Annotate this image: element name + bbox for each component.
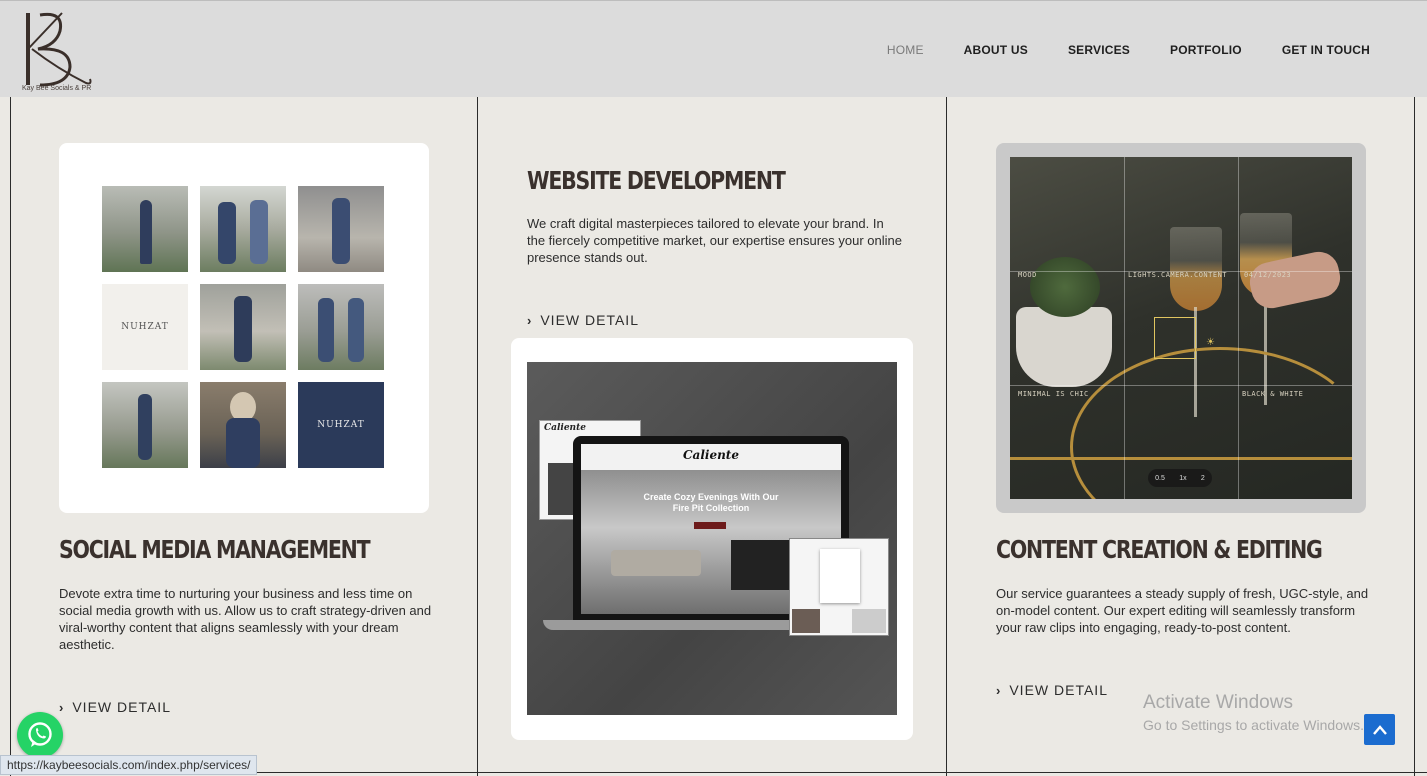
zoom-option: 2 bbox=[1200, 474, 1205, 482]
camera-grid-line bbox=[1238, 157, 1239, 499]
mockup-laptop-brand: Caliente bbox=[683, 448, 739, 462]
nav-portfolio[interactable]: PORTFOLIO bbox=[1170, 43, 1242, 57]
mockup-front-window bbox=[789, 538, 889, 636]
site-header: Kay Bee Socials & PR HOME ABOUT US SERVI… bbox=[0, 0, 1427, 97]
nav-get-in-touch[interactable]: GET IN TOUCH bbox=[1282, 43, 1370, 57]
grid-brand-text: NUHZAT bbox=[317, 420, 365, 430]
overlay-bw: BLACK & WHITE bbox=[1242, 390, 1304, 398]
view-detail-label: VIEW DETAIL bbox=[540, 312, 639, 328]
grid-brand-tile: NUHZAT bbox=[298, 382, 384, 468]
nav-home[interactable]: HOME bbox=[887, 43, 924, 57]
view-detail-link[interactable]: › VIEW DETAIL bbox=[59, 699, 171, 715]
overlay-mood: MOOD bbox=[1018, 271, 1037, 279]
whatsapp-icon bbox=[28, 722, 52, 747]
service-title: CONTENT CREATION & EDITING bbox=[996, 535, 1323, 564]
main-nav: HOME ABOUT US SERVICES PORTFOLIO GET IN … bbox=[887, 43, 1370, 57]
zoom-selector: 0.5 1x 2 bbox=[1148, 469, 1212, 487]
column-divider bbox=[10, 97, 11, 776]
scroll-to-top-button[interactable] bbox=[1364, 714, 1395, 745]
grid-thumb bbox=[298, 284, 384, 370]
activate-windows-title: Activate Windows bbox=[1143, 692, 1293, 713]
status-bar-url: https://kaybeesocials.com/index.php/serv… bbox=[0, 755, 258, 775]
overlay-date: 04/12/2023 bbox=[1244, 271, 1292, 279]
grid-brand-tile: NUHZAT bbox=[102, 284, 188, 370]
view-detail-label: VIEW DETAIL bbox=[72, 699, 171, 715]
grid-thumb bbox=[200, 186, 286, 272]
chevron-right-icon: › bbox=[996, 682, 1002, 698]
service-title: WEBSITE DEVELOPMENT bbox=[527, 166, 786, 195]
mockup-brand: Caliente bbox=[544, 423, 586, 433]
service-description: Our service guarantees a steady supply o… bbox=[996, 586, 1369, 635]
mockup-hero-text: Create Cozy Evenings With Our Fire Pit C… bbox=[643, 492, 779, 513]
service-title: SOCIAL MEDIA MANAGEMENT bbox=[59, 535, 371, 564]
grid-brand-text: NUHZAT bbox=[121, 322, 169, 332]
zoom-option: 1x bbox=[1179, 474, 1187, 482]
chevron-right-icon: › bbox=[59, 699, 65, 715]
focus-box-icon bbox=[1154, 317, 1196, 359]
service-description: Devote extra time to nurturing your busi… bbox=[59, 586, 432, 652]
logo-tagline: Kay Bee Socials & PR bbox=[22, 85, 92, 92]
view-detail-link[interactable]: › VIEW DETAIL bbox=[996, 682, 1108, 698]
social-media-grid-card: NUHZAT NUHZAT bbox=[59, 143, 429, 513]
service-description: We craft digital masterpieces tailored t… bbox=[527, 216, 903, 265]
overlay-lights-camera: LIGHTS.CAMERA.CONTENT bbox=[1128, 271, 1228, 279]
column-divider bbox=[477, 97, 478, 776]
sun-icon: ☀ bbox=[1206, 337, 1215, 348]
overlay-minimal: MINIMAL IS CHIC bbox=[1018, 390, 1089, 398]
view-detail-link[interactable]: › VIEW DETAIL bbox=[527, 312, 639, 328]
grid-thumb bbox=[200, 284, 286, 370]
nav-about-us[interactable]: ABOUT US bbox=[964, 43, 1028, 57]
activate-windows-subtitle: Go to Settings to activate Windows. bbox=[1143, 717, 1364, 733]
column-divider bbox=[946, 97, 947, 776]
column-divider bbox=[1414, 97, 1415, 776]
camera-grid-line bbox=[1010, 385, 1352, 386]
chevron-up-icon bbox=[1372, 724, 1387, 735]
website-mockup-image: Caliente Caliente Create Cozy Evenings W… bbox=[527, 362, 897, 715]
grid-thumb bbox=[102, 382, 188, 468]
grid-thumb bbox=[298, 186, 384, 272]
camera-grid-line bbox=[1124, 157, 1125, 499]
zoom-option: 0.5 bbox=[1155, 474, 1165, 482]
grid-thumb bbox=[200, 382, 286, 468]
grid-thumb bbox=[102, 186, 188, 272]
kay-bee-logo[interactable] bbox=[18, 9, 94, 95]
content-photo: MOOD LIGHTS.CAMERA.CONTENT 04/12/2023 MI… bbox=[1010, 157, 1352, 499]
nav-services[interactable]: SERVICES bbox=[1068, 43, 1130, 57]
view-detail-label: VIEW DETAIL bbox=[1009, 682, 1108, 698]
whatsapp-button[interactable] bbox=[17, 712, 63, 758]
chevron-right-icon: › bbox=[527, 312, 533, 328]
